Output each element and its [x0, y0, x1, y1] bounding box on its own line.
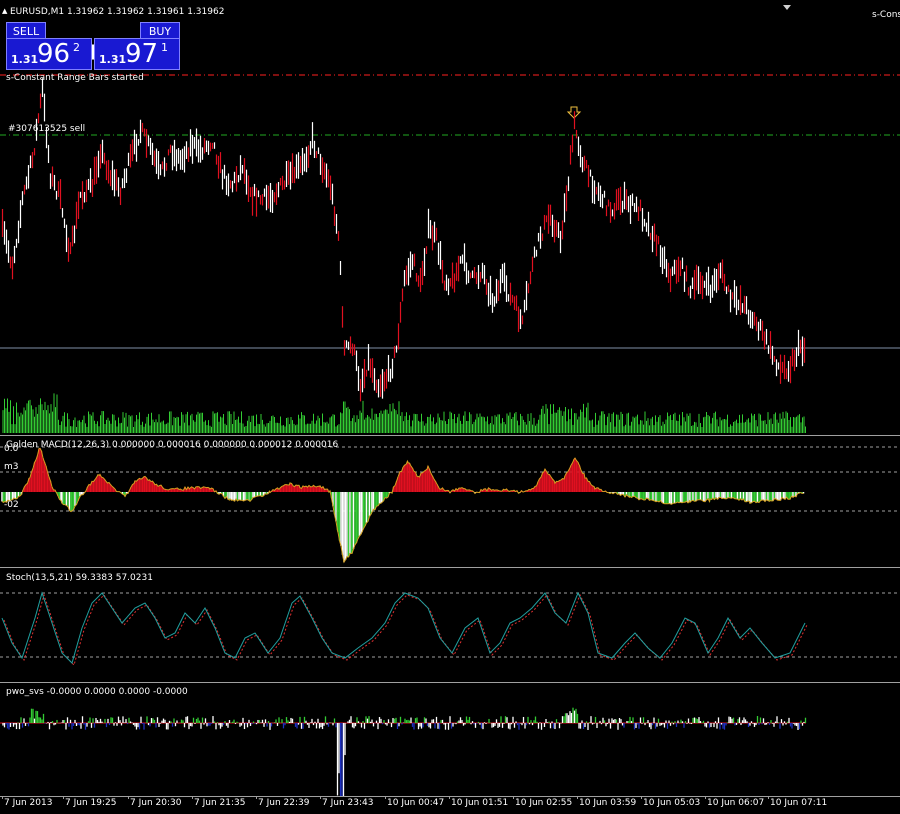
time-tick-label: 7 Jun 20:30 — [130, 798, 182, 808]
time-tick-label: 10 Jun 00:47 — [387, 798, 445, 808]
macd-signal-line — [1, 447, 804, 564]
stochastic-lines — [0, 591, 900, 666]
buy-price-small: 1.31 — [99, 53, 127, 66]
time-tick-mark — [320, 796, 321, 799]
order-line-label: #307613525 sell — [8, 124, 86, 134]
time-tick-mark — [63, 796, 64, 799]
time-tick-label: 10 Jun 01:51 — [451, 798, 509, 808]
time-tick-mark — [513, 796, 514, 799]
time-tick-label: 7 Jun 22:39 — [258, 798, 310, 808]
one-click-panel: SELL ▼ BUY 1.31 96 2 1.31 97 1 — [6, 22, 182, 70]
time-tick-label: 10 Jun 03:59 — [579, 798, 637, 808]
time-tick-label: 7 Jun 19:25 — [65, 798, 117, 808]
macd-level-bottom: -02 — [4, 500, 19, 510]
macd-histogram — [0, 446, 900, 564]
macd-pane[interactable]: Golden MACD(12,26,3) 0.000000 0.000016 0… — [0, 435, 900, 567]
time-tick-mark — [256, 796, 257, 799]
chart-title: EURUSD,M1 1.31962 1.31962 1.31961 1.3196… — [10, 7, 225, 17]
time-tick-label: 10 Jun 05:03 — [643, 798, 701, 808]
pwo-histogram — [0, 707, 807, 796]
time-tick-label: 7 Jun 2013 — [4, 798, 53, 808]
time-tick-mark — [128, 796, 129, 799]
chart-up-triangle-icon: ▲ — [2, 7, 8, 15]
sell-price-button[interactable]: 1.31 96 2 — [6, 38, 92, 70]
time-tick-label: 10 Jun 02:55 — [515, 798, 573, 808]
time-tick-mark — [641, 796, 642, 799]
time-tick-label: 7 Jun 21:35 — [194, 798, 246, 808]
main-chart-pane[interactable]: EURUSD,M1 1.31962 1.31962 1.31961 1.3196… — [0, 0, 900, 434]
time-tick-mark — [449, 796, 450, 799]
time-tick-mark — [2, 796, 3, 799]
macd-level-mid: m3 — [4, 462, 19, 472]
stoch-pane[interactable]: Stoch(13,5,21) 59.3383 57.0231 — [0, 567, 900, 682]
sell-price-small: 1.31 — [11, 53, 39, 66]
time-tick-mark — [577, 796, 578, 799]
shift-marker-icon — [783, 5, 791, 10]
sell-price-big: 96 — [37, 39, 71, 69]
stoch-main-line — [1, 591, 806, 664]
buy-price-big: 97 — [125, 39, 159, 69]
time-tick-mark — [768, 796, 769, 799]
time-tick-label: 7 Jun 23:43 — [322, 798, 374, 808]
sell-price-sup: 2 — [73, 41, 80, 54]
status-text: s-Constant Range Bars started — [6, 73, 144, 83]
macd-level-top: 0.0 — [4, 444, 19, 454]
pwo-label: pwo_svs -0.0000 0.0000 0.0000 -0.0000 — [6, 687, 188, 697]
stoch-signal-line — [3, 593, 808, 666]
time-axis: 7 Jun 2013 7 Jun 19:25 7 Jun 20:30 7 Jun 21… — [0, 796, 900, 814]
time-tick-label: 10 Jun 06:07 — [707, 798, 765, 808]
time-tick-mark — [192, 796, 193, 799]
chart-right-label: s-Cons — [872, 10, 900, 20]
buy-price-sup: 1 — [161, 41, 168, 54]
time-tick-mark — [385, 796, 386, 799]
pwo-pane[interactable]: pwo_svs -0.0000 0.0000 0.0000 -0.0000 — [0, 682, 900, 796]
time-tick-mark — [705, 796, 706, 799]
stoch-label: Stoch(13,5,21) 59.3383 57.0231 — [6, 573, 153, 583]
time-tick-label: 10 Jun 07:11 — [770, 798, 828, 808]
buy-price-button[interactable]: 1.31 97 1 — [94, 38, 180, 70]
macd-label: Golden MACD(12,26,3) 0.000000 0.000016 0… — [6, 440, 339, 450]
